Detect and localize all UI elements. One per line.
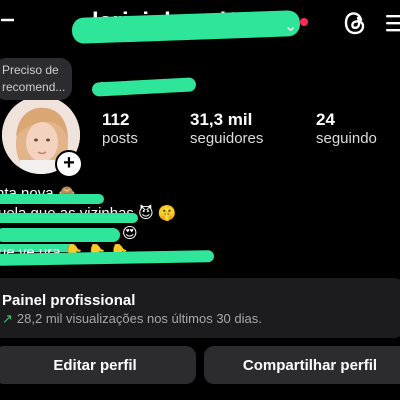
profile-note-bubble[interactable]: Preciso de recomend... <box>0 58 72 100</box>
stat-following-label: seguindo <box>316 130 377 147</box>
notification-dot <box>300 18 308 26</box>
stat-followers[interactable]: 31,3 mil seguidores <box>190 110 263 147</box>
redaction-overlay <box>0 213 138 223</box>
professional-dashboard-title: Painel profissional <box>2 292 136 309</box>
back-arrow-icon[interactable] <box>0 10 14 30</box>
share-profile-button[interactable]: Compartilhar perfil <box>204 346 400 384</box>
add-story-button[interactable]: + <box>55 150 83 178</box>
stat-posts-value: 112 <box>102 110 130 129</box>
professional-dashboard-subtitle: ↗ 28,2 mil visualizações nos últimos 30 d… <box>2 311 262 327</box>
edit-profile-button[interactable]: Editar perfil <box>0 346 196 384</box>
profile-note-line-1: Preciso de <box>2 63 59 77</box>
stat-following-value: 24 <box>316 110 335 129</box>
redaction-overlay <box>0 250 215 266</box>
bio-line: 😍 <box>122 225 138 242</box>
redaction-overlay <box>0 228 120 242</box>
stat-followers-label: seguidores <box>190 130 264 147</box>
stat-followers-value: 31,3 mil <box>190 110 253 129</box>
profile-note-line-2: recomend... <box>2 80 66 94</box>
redaction-overlay <box>91 77 197 97</box>
redaction-overlay <box>0 194 104 204</box>
menu-icon[interactable] <box>386 12 400 34</box>
stat-posts-label: posts <box>102 130 138 147</box>
trending-up-icon: ↗ <box>2 311 13 326</box>
account-switch-chevron-icon[interactable]: ⌄ <box>284 16 297 36</box>
stat-posts[interactable]: 112 posts <box>102 110 138 147</box>
threads-icon[interactable] <box>340 8 370 38</box>
views-summary-text: 28,2 mil visualizações nos últimos 30 di… <box>16 311 262 326</box>
stat-following[interactable]: 24 seguindo <box>316 110 377 147</box>
